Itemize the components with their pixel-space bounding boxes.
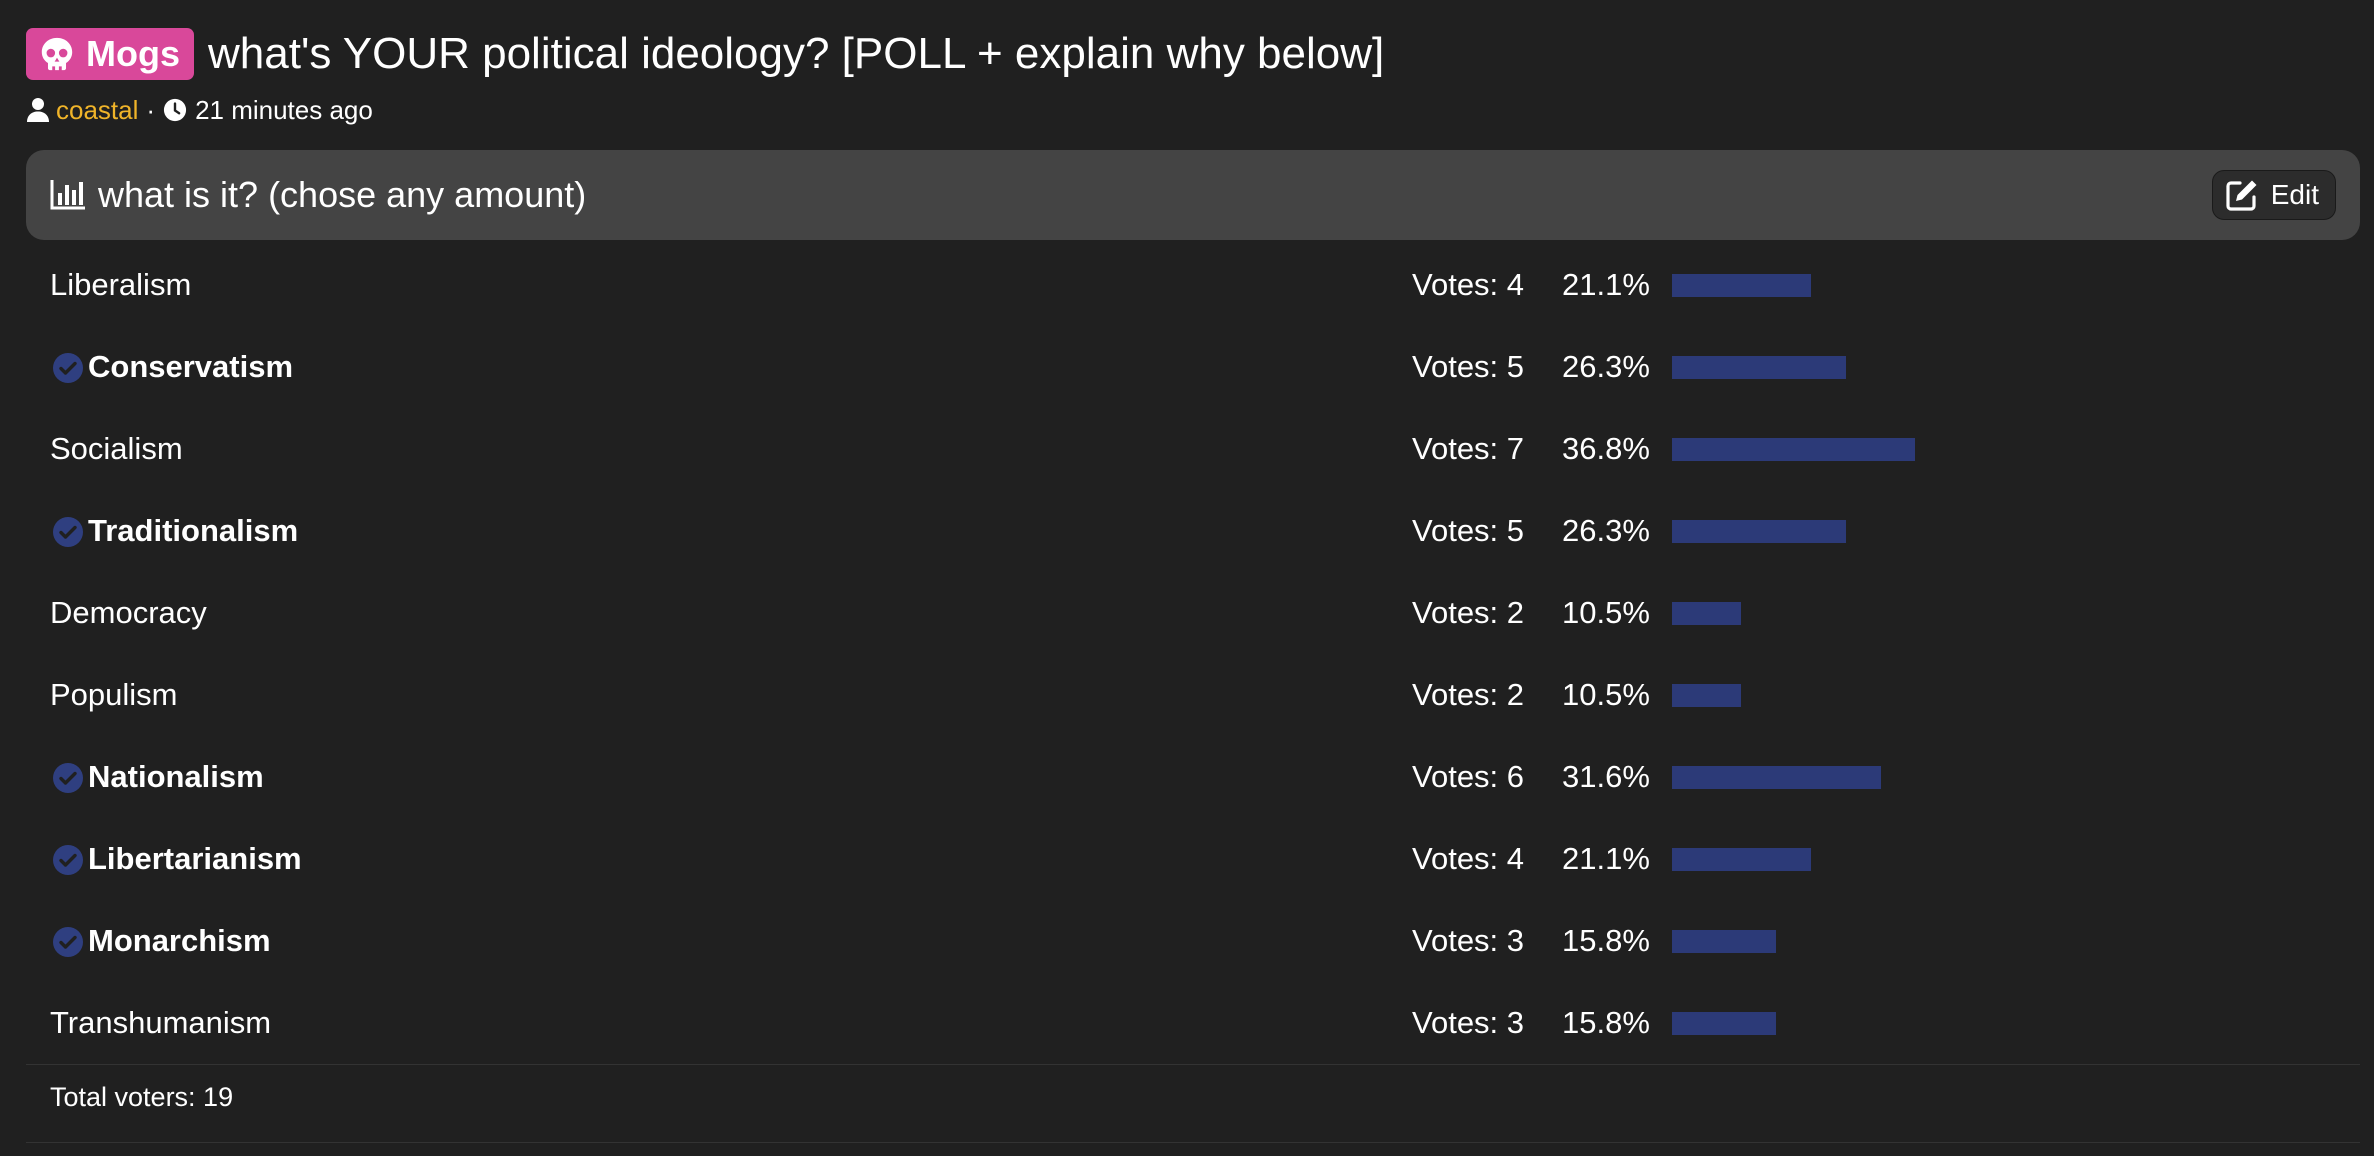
poll-header: what is it? (chose any amount) Edit	[26, 150, 2360, 240]
bar-chart-icon	[50, 180, 85, 210]
poll-question: what is it? (chose any amount)	[98, 174, 587, 215]
poll-option-bar	[1672, 1012, 1776, 1035]
post-title: what's YOUR political ideology? [POLL + …	[208, 29, 1385, 78]
edit-button-label: Edit	[2270, 179, 2319, 210]
post-page: Mogs what's YOUR political ideology? [PO…	[0, 0, 2374, 1156]
check-circle-icon	[53, 927, 83, 957]
post-title-row: Mogs what's YOUR political ideology? [PO…	[26, 26, 1384, 82]
poll-option-votes: Votes: 2	[1412, 595, 1525, 630]
poll-option-label: Socialism	[50, 431, 183, 466]
poll-option[interactable]: Traditionalism Votes: 5 26.3%	[0, 490, 2374, 572]
poll-option-bar	[1672, 930, 1776, 953]
user-icon	[27, 98, 49, 122]
edit-button[interactable]: Edit	[2211, 170, 2336, 220]
poll-option-bar-track	[1672, 602, 2332, 625]
poll-option[interactable]: Libertarianism Votes: 4 21.1%	[0, 818, 2374, 900]
poll-option-bar	[1672, 274, 1811, 297]
poll-option-label: Populism	[50, 677, 178, 712]
poll-option-label: Monarchism	[88, 923, 271, 958]
poll-option-label: Nationalism	[88, 759, 264, 794]
poll-option-votes: Votes: 5	[1412, 349, 1525, 384]
poll-option-bar	[1672, 356, 1846, 379]
poll-option-percent: 26.3%	[1562, 513, 1650, 548]
poll-option-bar-track	[1672, 356, 2332, 379]
poll-option[interactable]: Monarchism Votes: 3 15.8%	[0, 900, 2374, 982]
poll-option-votes: Votes: 4	[1412, 267, 1525, 302]
poll-option-bar-track	[1672, 766, 2332, 789]
poll-option-votes: Votes: 3	[1412, 923, 1525, 958]
check-circle-icon	[53, 845, 83, 875]
meta-separator: ·	[146, 94, 156, 125]
poll-option[interactable]: Populism Votes: 2 10.5%	[0, 654, 2374, 736]
divider	[26, 1142, 2360, 1143]
skull-icon	[41, 37, 73, 71]
poll-option-bar	[1672, 848, 1811, 871]
edit-icon	[2226, 180, 2257, 211]
check-circle-icon	[53, 763, 83, 793]
poll-option-label: Conservatism	[88, 349, 294, 384]
poll-option-label: Democracy	[50, 595, 207, 630]
post-time: 21 minutes ago	[195, 94, 373, 125]
poll-option-bar-track	[1672, 684, 2332, 707]
poll-option-percent: 31.6%	[1562, 759, 1650, 794]
total-voters: Total voters: 19	[50, 1082, 234, 1112]
poll-option-bar-track	[1672, 274, 2332, 297]
poll-option-percent: 36.8%	[1562, 431, 1650, 466]
poll-option-percent: 10.5%	[1562, 677, 1650, 712]
poll-option-percent: 21.1%	[1562, 267, 1650, 302]
divider	[26, 1064, 2360, 1065]
community-badge[interactable]: Mogs	[26, 28, 194, 80]
post-meta: coastal · 21 minutes ago	[26, 92, 373, 128]
poll-option[interactable]: Transhumanism Votes: 3 15.8%	[0, 982, 2374, 1064]
poll-option[interactable]: Socialism Votes: 7 36.8%	[0, 408, 2374, 490]
poll-option-bar-track	[1672, 930, 2332, 953]
poll-option-bar	[1672, 438, 1915, 461]
poll-option-bar	[1672, 520, 1846, 543]
poll-option[interactable]: Conservatism Votes: 5 26.3%	[0, 326, 2374, 408]
poll-option-percent: 10.5%	[1562, 595, 1650, 630]
community-badge-label: Mogs	[86, 33, 180, 74]
poll-option-percent: 15.8%	[1562, 1005, 1650, 1040]
poll-option-votes: Votes: 4	[1412, 841, 1525, 876]
poll-option-votes: Votes: 5	[1412, 513, 1525, 548]
poll-option-votes: Votes: 6	[1412, 759, 1525, 794]
poll-option-bar-track	[1672, 1012, 2332, 1035]
poll-option-votes: Votes: 2	[1412, 677, 1525, 712]
poll-option-bar	[1672, 602, 1741, 625]
poll-option-percent: 15.8%	[1562, 923, 1650, 958]
poll-option-bar-track	[1672, 438, 2332, 461]
check-circle-icon	[53, 517, 83, 547]
poll-option-percent: 21.1%	[1562, 841, 1650, 876]
clock-icon	[163, 98, 187, 122]
poll-option-bar	[1672, 766, 1881, 789]
poll-option-label: Traditionalism	[88, 513, 299, 548]
author-link[interactable]: coastal	[56, 95, 138, 126]
poll-option-label: Libertarianism	[88, 841, 302, 876]
check-circle-icon	[53, 353, 83, 383]
poll-option-label: Liberalism	[50, 267, 192, 302]
poll-option[interactable]: Democracy Votes: 2 10.5%	[0, 572, 2374, 654]
poll-option-bar-track	[1672, 848, 2332, 871]
poll-options: Liberalism Votes: 4 21.1% Conservatism Votes…	[0, 244, 2374, 1064]
poll-option-label: Transhumanism	[50, 1005, 272, 1040]
poll-option-percent: 26.3%	[1562, 349, 1650, 384]
poll-option-votes: Votes: 7	[1412, 431, 1525, 466]
poll-option[interactable]: Liberalism Votes: 4 21.1%	[0, 244, 2374, 326]
poll-option-votes: Votes: 3	[1412, 1005, 1525, 1040]
poll-option-bar	[1672, 684, 1741, 707]
poll-option-bar-track	[1672, 520, 2332, 543]
poll-option[interactable]: Nationalism Votes: 6 31.6%	[0, 736, 2374, 818]
